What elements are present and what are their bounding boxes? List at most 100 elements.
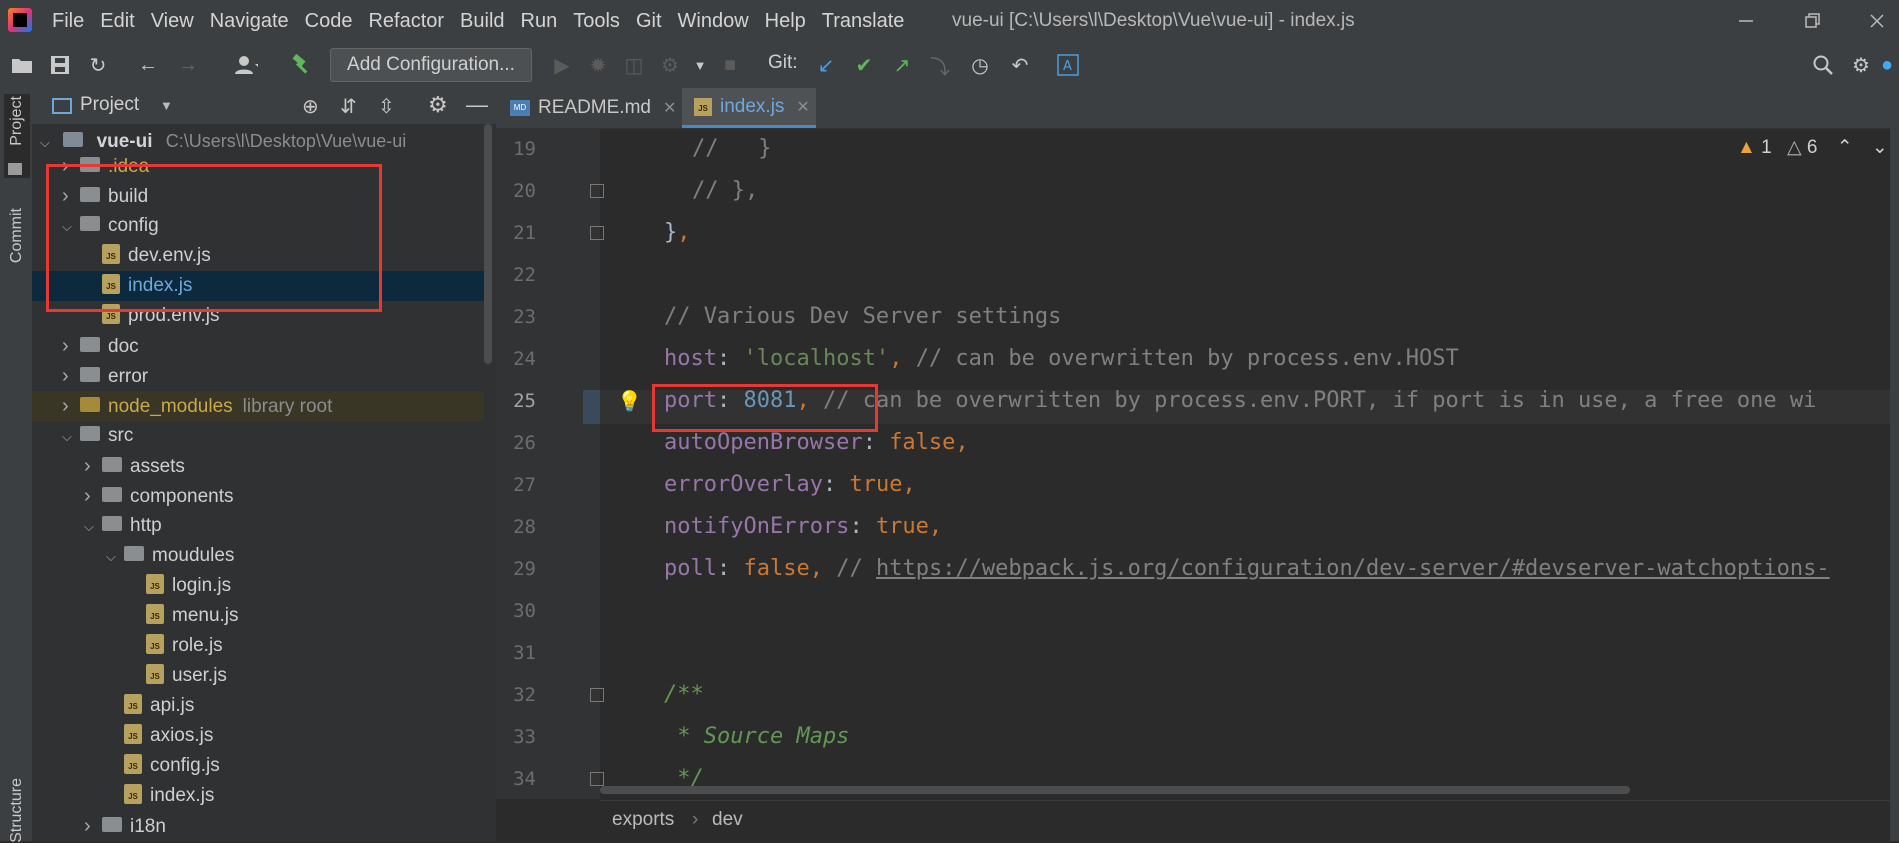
chevron-right-icon[interactable]: › — [62, 361, 80, 391]
next-highlight-icon[interactable]: ⌄ — [1872, 137, 1888, 158]
chevron-down-icon[interactable]: ⌵ — [84, 512, 102, 542]
chevron-down-icon[interactable]: ⌵ — [62, 422, 80, 452]
line-number: 26 — [513, 432, 536, 454]
tree-item[interactable]: › assets — [84, 451, 185, 481]
tree-item[interactable]: JS user.js — [128, 661, 227, 691]
inspection-widget[interactable]: ▲ 1 △ 6 ⌃ ⌄ — [1737, 136, 1888, 159]
tree-item[interactable]: › components — [84, 481, 234, 511]
chevron-right-icon[interactable]: › — [62, 391, 80, 421]
prev-highlight-icon[interactable]: ⌃ — [1837, 137, 1853, 158]
build-hammer-icon[interactable] — [290, 53, 314, 77]
tree-item[interactable]: JS index.js — [106, 781, 214, 811]
debug-icon[interactable]: ✹ — [586, 53, 610, 77]
minimize-icon[interactable] — [1735, 10, 1757, 32]
menu-build[interactable]: Build — [460, 10, 504, 33]
code-line-32: /** — [664, 682, 704, 707]
js-file-icon: JS — [146, 633, 164, 654]
git-push-icon[interactable]: ↗ — [890, 53, 914, 77]
structure-tool-tab[interactable]: Structure — [8, 778, 26, 843]
run-icon[interactable]: ▶ — [550, 53, 574, 77]
tree-item[interactable]: JS login.js — [128, 571, 231, 601]
chevron-right-icon[interactable]: › — [62, 331, 80, 361]
project-panel-title[interactable]: Project — [80, 94, 139, 116]
user-icon[interactable] — [234, 53, 258, 77]
menu-tools[interactable]: Tools — [573, 10, 620, 33]
tree-item[interactable]: ⌵ http — [84, 511, 162, 541]
menu-git[interactable]: Git — [636, 10, 662, 33]
forward-icon[interactable]: → — [176, 53, 200, 77]
back-icon[interactable]: ← — [136, 53, 160, 77]
fold-marker-icon[interactable] — [590, 226, 604, 240]
tree-item[interactable]: › i18n — [84, 811, 166, 841]
tree-scrollbar[interactable] — [484, 124, 492, 364]
menu-edit[interactable]: Edit — [100, 10, 134, 33]
tree-item-label: i18n — [130, 816, 166, 837]
breadcrumb-separator-icon: › — [692, 809, 699, 830]
chevron-down-icon[interactable]: ⌵ — [106, 542, 124, 572]
settings-gear-icon[interactable]: ⚙ — [1849, 53, 1873, 77]
chevron-right-icon[interactable]: › — [84, 481, 102, 511]
fold-marker-icon[interactable] — [590, 772, 604, 786]
sync-icon[interactable]: ↻ — [86, 53, 110, 77]
editor-horizontal-scrollbar[interactable] — [600, 786, 1630, 794]
tree-item[interactable]: JS role.js — [128, 631, 223, 661]
code-editor[interactable] — [600, 129, 1890, 799]
menu-refactor[interactable]: Refactor — [368, 10, 444, 33]
tree-item[interactable]: › doc — [62, 331, 139, 361]
close-tab-icon[interactable]: ✕ — [663, 98, 676, 118]
line-number: 23 — [513, 306, 536, 328]
chevron-right-icon[interactable]: › — [84, 811, 102, 841]
close-window-icon[interactable] — [1866, 10, 1888, 32]
js-file-icon: JS — [146, 573, 164, 594]
tab-index-js[interactable]: JS index.js ✕ — [682, 88, 816, 128]
tree-item[interactable]: JS config.js — [106, 751, 220, 781]
menu-view[interactable]: View — [151, 10, 194, 33]
git-commit-icon[interactable]: ✔ — [852, 53, 876, 77]
rollback-icon[interactable]: ↶ — [1008, 53, 1032, 77]
project-view-chevron-icon[interactable]: ▼ — [160, 98, 173, 113]
tree-item[interactable]: › error — [62, 361, 148, 391]
breadcrumb-exports[interactable]: exports — [612, 809, 674, 831]
add-configuration-button[interactable]: Add Configuration... — [330, 48, 532, 82]
tree-item[interactable]: ⌵ moudules — [106, 541, 234, 571]
menu-file[interactable]: File — [52, 10, 84, 33]
save-icon[interactable] — [48, 53, 72, 77]
tree-item[interactable]: JS axios.js — [106, 721, 213, 751]
menu-help[interactable]: Help — [765, 10, 806, 33]
menu-window[interactable]: Window — [678, 10, 749, 33]
collapse-all-icon[interactable]: ⇳ — [378, 94, 395, 119]
tab-readme[interactable]: MD README.md ✕ — [510, 88, 676, 128]
history-icon[interactable]: ◷ — [968, 53, 992, 77]
fold-marker-icon[interactable] — [590, 688, 604, 702]
plugin-icon[interactable]: ● — [1880, 53, 1894, 77]
menu-translate[interactable]: Translate — [822, 10, 905, 33]
webpack-docs-link[interactable]: https://webpack.js.org/configuration/dev… — [876, 556, 1830, 581]
run-options-chevron-icon[interactable]: ▼ — [688, 53, 712, 77]
restore-icon[interactable] — [1801, 10, 1823, 32]
tree-item[interactable]: JS api.js — [106, 691, 194, 721]
commit-tool-tab[interactable]: Commit — [8, 208, 26, 263]
close-tab-icon[interactable]: ✕ — [796, 97, 809, 117]
fold-marker-icon[interactable] — [590, 184, 604, 198]
profile-icon[interactable]: ⚙ — [658, 53, 682, 77]
panel-settings-icon[interactable]: ⚙ — [428, 92, 448, 118]
tree-item[interactable]: ⌵ src — [62, 421, 133, 451]
lightbulb-icon[interactable]: 💡 — [617, 389, 642, 414]
tree-item[interactable]: JS menu.js — [128, 601, 239, 631]
search-icon[interactable] — [1811, 53, 1835, 77]
git-merge-icon[interactable]: ⤵ — [928, 53, 952, 79]
hide-panel-icon[interactable]: — — [466, 92, 488, 118]
expand-all-icon[interactable]: ⇵ — [340, 94, 357, 119]
coverage-icon[interactable]: ◫ — [622, 53, 646, 77]
menu-run[interactable]: Run — [521, 10, 558, 33]
locate-file-icon[interactable]: ⊕ — [302, 94, 319, 119]
open-folder-icon[interactable] — [10, 53, 34, 77]
menu-code[interactable]: Code — [305, 10, 353, 33]
translate-icon[interactable]: A — [1056, 53, 1080, 77]
menu-navigate[interactable]: Navigate — [210, 10, 289, 33]
git-update-icon[interactable]: ↙ — [814, 53, 838, 77]
breadcrumb-dev[interactable]: dev — [712, 809, 743, 831]
stop-icon[interactable]: ■ — [718, 53, 742, 77]
chevron-right-icon[interactable]: › — [84, 451, 102, 481]
tree-item[interactable]: › node_modules library root — [32, 391, 484, 421]
